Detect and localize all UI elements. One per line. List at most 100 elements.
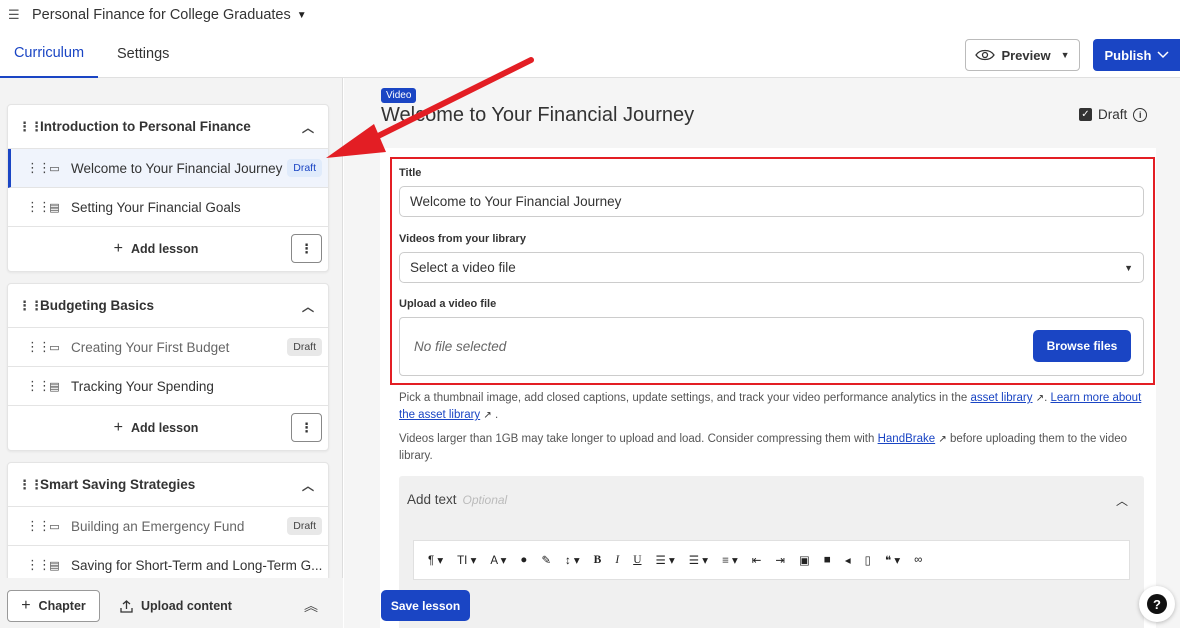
- upload-content-label: Upload content: [141, 599, 232, 613]
- document-icon: ▤: [49, 380, 60, 393]
- add-lesson-button[interactable]: + Add lesson ⋮: [8, 406, 328, 450]
- chevron-up-icon[interactable]: ︿: [302, 298, 314, 315]
- publish-button[interactable]: Publish: [1093, 39, 1180, 71]
- font-size-icon[interactable]: TI ▾: [457, 553, 476, 567]
- question-icon: ?: [1147, 594, 1167, 614]
- lesson-item[interactable]: ⋮⋮ ▭ Creating Your First Budget Draft: [8, 328, 328, 367]
- chapter-title: Budgeting Basics: [40, 298, 155, 313]
- drag-handle-icon[interactable]: ⋮⋮: [18, 119, 43, 135]
- lesson-title: Saving for Short-Term and Long-Term G...: [71, 557, 323, 573]
- help-button[interactable]: ?: [1139, 586, 1175, 622]
- upload-status: No file selected: [414, 339, 507, 354]
- collapse-all-icon[interactable]: ︽: [304, 596, 318, 616]
- browse-files-button[interactable]: Browse files: [1033, 330, 1131, 362]
- chevron-up-icon[interactable]: ︿: [302, 119, 314, 136]
- chapter-card: ⋮⋮ Budgeting Basics ︿ ⋮⋮ ▭ Creating Your…: [7, 283, 329, 451]
- help-text-handbrake: Videos larger than 1GB may take longer t…: [399, 431, 1149, 465]
- add-lesson-button[interactable]: + Add lesson ⋮: [8, 227, 328, 271]
- lesson-item[interactable]: ⋮⋮ ▤ Tracking Your Spending: [8, 367, 328, 406]
- unordered-list-icon[interactable]: ☰ ▾: [689, 553, 708, 567]
- drag-handle-icon[interactable]: ⋮⋮: [18, 298, 43, 314]
- chapter-header[interactable]: ⋮⋮ Introduction to Personal Finance ︿: [8, 105, 328, 149]
- drag-handle-icon[interactable]: ⋮⋮: [18, 477, 43, 493]
- video-library-select[interactable]: Select a video file ▼: [399, 252, 1144, 283]
- title-label: Title: [399, 167, 422, 179]
- draft-badge: Draft: [287, 159, 322, 177]
- file-icon[interactable]: ▯: [865, 553, 871, 567]
- add-chapter-button[interactable]: + Chapter: [7, 590, 100, 622]
- video-icon[interactable]: ■: [824, 554, 831, 566]
- chevron-up-icon[interactable]: ︿: [1116, 492, 1128, 509]
- line-height-icon[interactable]: ↕ ▾: [565, 553, 580, 567]
- kebab-menu-icon[interactable]: ⋮: [291, 234, 322, 263]
- highlight-color-icon[interactable]: ●: [520, 554, 527, 566]
- add-lesson-label: Add lesson: [130, 242, 199, 256]
- info-icon[interactable]: i: [1133, 107, 1148, 122]
- hamburger-icon[interactable]: ☰: [8, 7, 22, 23]
- lesson-title: Welcome to Your Financial Journey: [71, 160, 283, 176]
- drag-handle-icon[interactable]: ⋮⋮: [26, 160, 51, 176]
- image-icon[interactable]: ▣: [799, 553, 810, 567]
- link-icon[interactable]: ∞: [914, 554, 922, 566]
- align-icon[interactable]: ≡ ▾: [722, 553, 738, 567]
- lesson-item[interactable]: ⋮⋮ ▭ Welcome to Your Financial Journey D…: [8, 149, 328, 188]
- caret-down-icon: ▼: [296, 9, 307, 21]
- library-label: Videos from your library: [399, 233, 526, 245]
- drag-handle-icon[interactable]: ⋮⋮: [26, 339, 51, 355]
- lesson-title: Creating Your First Budget: [71, 339, 230, 355]
- kebab-menu-icon[interactable]: ⋮: [291, 413, 322, 442]
- lesson-item[interactable]: ⋮⋮ ▤ Setting Your Financial Goals: [8, 188, 328, 227]
- top-bar: ☰ Personal Finance for College Graduates…: [0, 0, 1180, 30]
- eye-icon: [975, 49, 996, 61]
- indent-icon[interactable]: ⇥: [775, 553, 785, 567]
- document-icon: ▤: [49, 201, 60, 214]
- plus-icon: +: [113, 240, 123, 257]
- add-chapter-label: Chapter: [38, 599, 86, 613]
- lesson-type-tag: Video: [381, 88, 417, 103]
- chevron-up-icon[interactable]: ︿: [302, 477, 314, 494]
- font-color-icon[interactable]: A ▾: [490, 553, 506, 567]
- draft-toggle[interactable]: ✓ Draft i: [1079, 107, 1148, 122]
- drag-handle-icon[interactable]: ⋮⋮: [26, 199, 51, 215]
- quote-icon[interactable]: ❝ ▾: [885, 553, 900, 567]
- sidebar-footer: + Chapter Upload content ︽: [0, 578, 343, 628]
- draft-badge: Draft: [287, 517, 322, 535]
- lesson-title: Tracking Your Spending: [71, 378, 214, 394]
- course-selector[interactable]: Personal Finance for College Graduates ▼: [32, 7, 307, 23]
- tab-settings[interactable]: Settings: [117, 30, 169, 77]
- chapter-title: Introduction to Personal Finance: [40, 119, 251, 134]
- drag-handle-icon[interactable]: ⋮⋮: [26, 378, 51, 394]
- checkbox-checked-icon[interactable]: ✓: [1079, 108, 1092, 121]
- ordered-list-icon[interactable]: ☰ ▾: [656, 553, 675, 567]
- help-text: Pick a thumbnail image, add closed capti…: [399, 392, 968, 404]
- bold-icon[interactable]: B: [594, 554, 602, 566]
- paragraph-format-icon[interactable]: ¶ ▾: [428, 553, 443, 567]
- save-lesson-button[interactable]: Save lesson: [381, 590, 470, 621]
- add-text-section: Add text Optional ︿ ¶ ▾ TI ▾ A ▾ ● ✎ ↕ ▾ …: [399, 476, 1144, 628]
- lesson-item[interactable]: ⋮⋮ ▭ Building an Emergency Fund Draft: [8, 507, 328, 546]
- title-input[interactable]: Welcome to Your Financial Journey: [399, 186, 1144, 217]
- drag-handle-icon[interactable]: ⋮⋮: [26, 518, 51, 534]
- tab-curriculum[interactable]: Curriculum: [0, 30, 98, 78]
- upload-content-button[interactable]: Upload content: [120, 590, 232, 622]
- lesson-title: Building an Emergency Fund: [71, 518, 245, 534]
- upload-dropzone[interactable]: No file selected Browse files: [399, 317, 1144, 376]
- add-text-label[interactable]: Add text Optional: [407, 492, 507, 507]
- caret-down-icon: ▼: [1124, 263, 1133, 273]
- outdent-icon[interactable]: ⇤: [752, 553, 762, 567]
- preview-button[interactable]: Preview ▼: [965, 39, 1080, 71]
- handbrake-link[interactable]: HandBrake: [878, 433, 936, 445]
- drag-handle-icon[interactable]: ⋮⋮: [26, 557, 51, 573]
- chapter-header[interactable]: ⋮⋮ Smart Saving Strategies ︿: [8, 463, 328, 507]
- upload-icon: [120, 599, 133, 613]
- chapter-header[interactable]: ⋮⋮ Budgeting Basics ︿: [8, 284, 328, 328]
- italic-icon[interactable]: I: [615, 554, 619, 566]
- plus-icon: +: [113, 419, 123, 436]
- brush-icon[interactable]: ✎: [541, 553, 551, 567]
- asset-library-link[interactable]: asset library: [971, 392, 1033, 404]
- video-library-value: Select a video file: [410, 260, 516, 275]
- video-icon: ▭: [49, 520, 60, 533]
- underline-icon[interactable]: U: [633, 554, 641, 566]
- audio-icon[interactable]: ◂: [845, 553, 851, 567]
- external-link-icon: ↗: [938, 434, 947, 445]
